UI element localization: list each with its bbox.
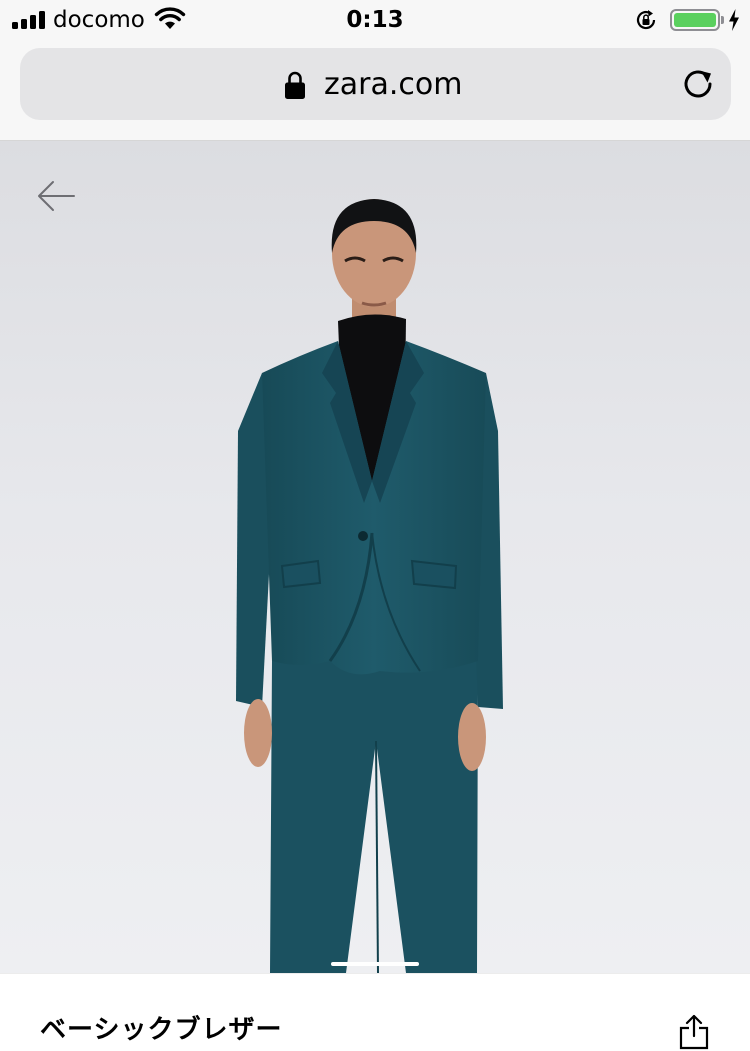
battery-icon [670,9,720,31]
reload-icon[interactable] [680,66,716,102]
rotation-lock-icon [636,10,656,30]
status-bar: docomo 0:13 [0,0,750,40]
carousel-indicator [331,962,419,966]
battery-cap [721,16,724,24]
share-icon[interactable] [678,1014,710,1050]
back-arrow-icon[interactable] [36,179,76,213]
product-image[interactable] [0,141,750,973]
model-photo [236,199,503,973]
browser-toolbar: zara.com [0,40,750,141]
lock-icon [285,71,305,99]
address-bar[interactable]: zara.com [20,48,731,120]
url-text: zara.com [324,67,463,102]
product-title: ベーシックブレザー [40,1015,283,1045]
product-info: ベーシックブレザー [0,973,750,1051]
charging-bolt-icon [729,9,739,31]
